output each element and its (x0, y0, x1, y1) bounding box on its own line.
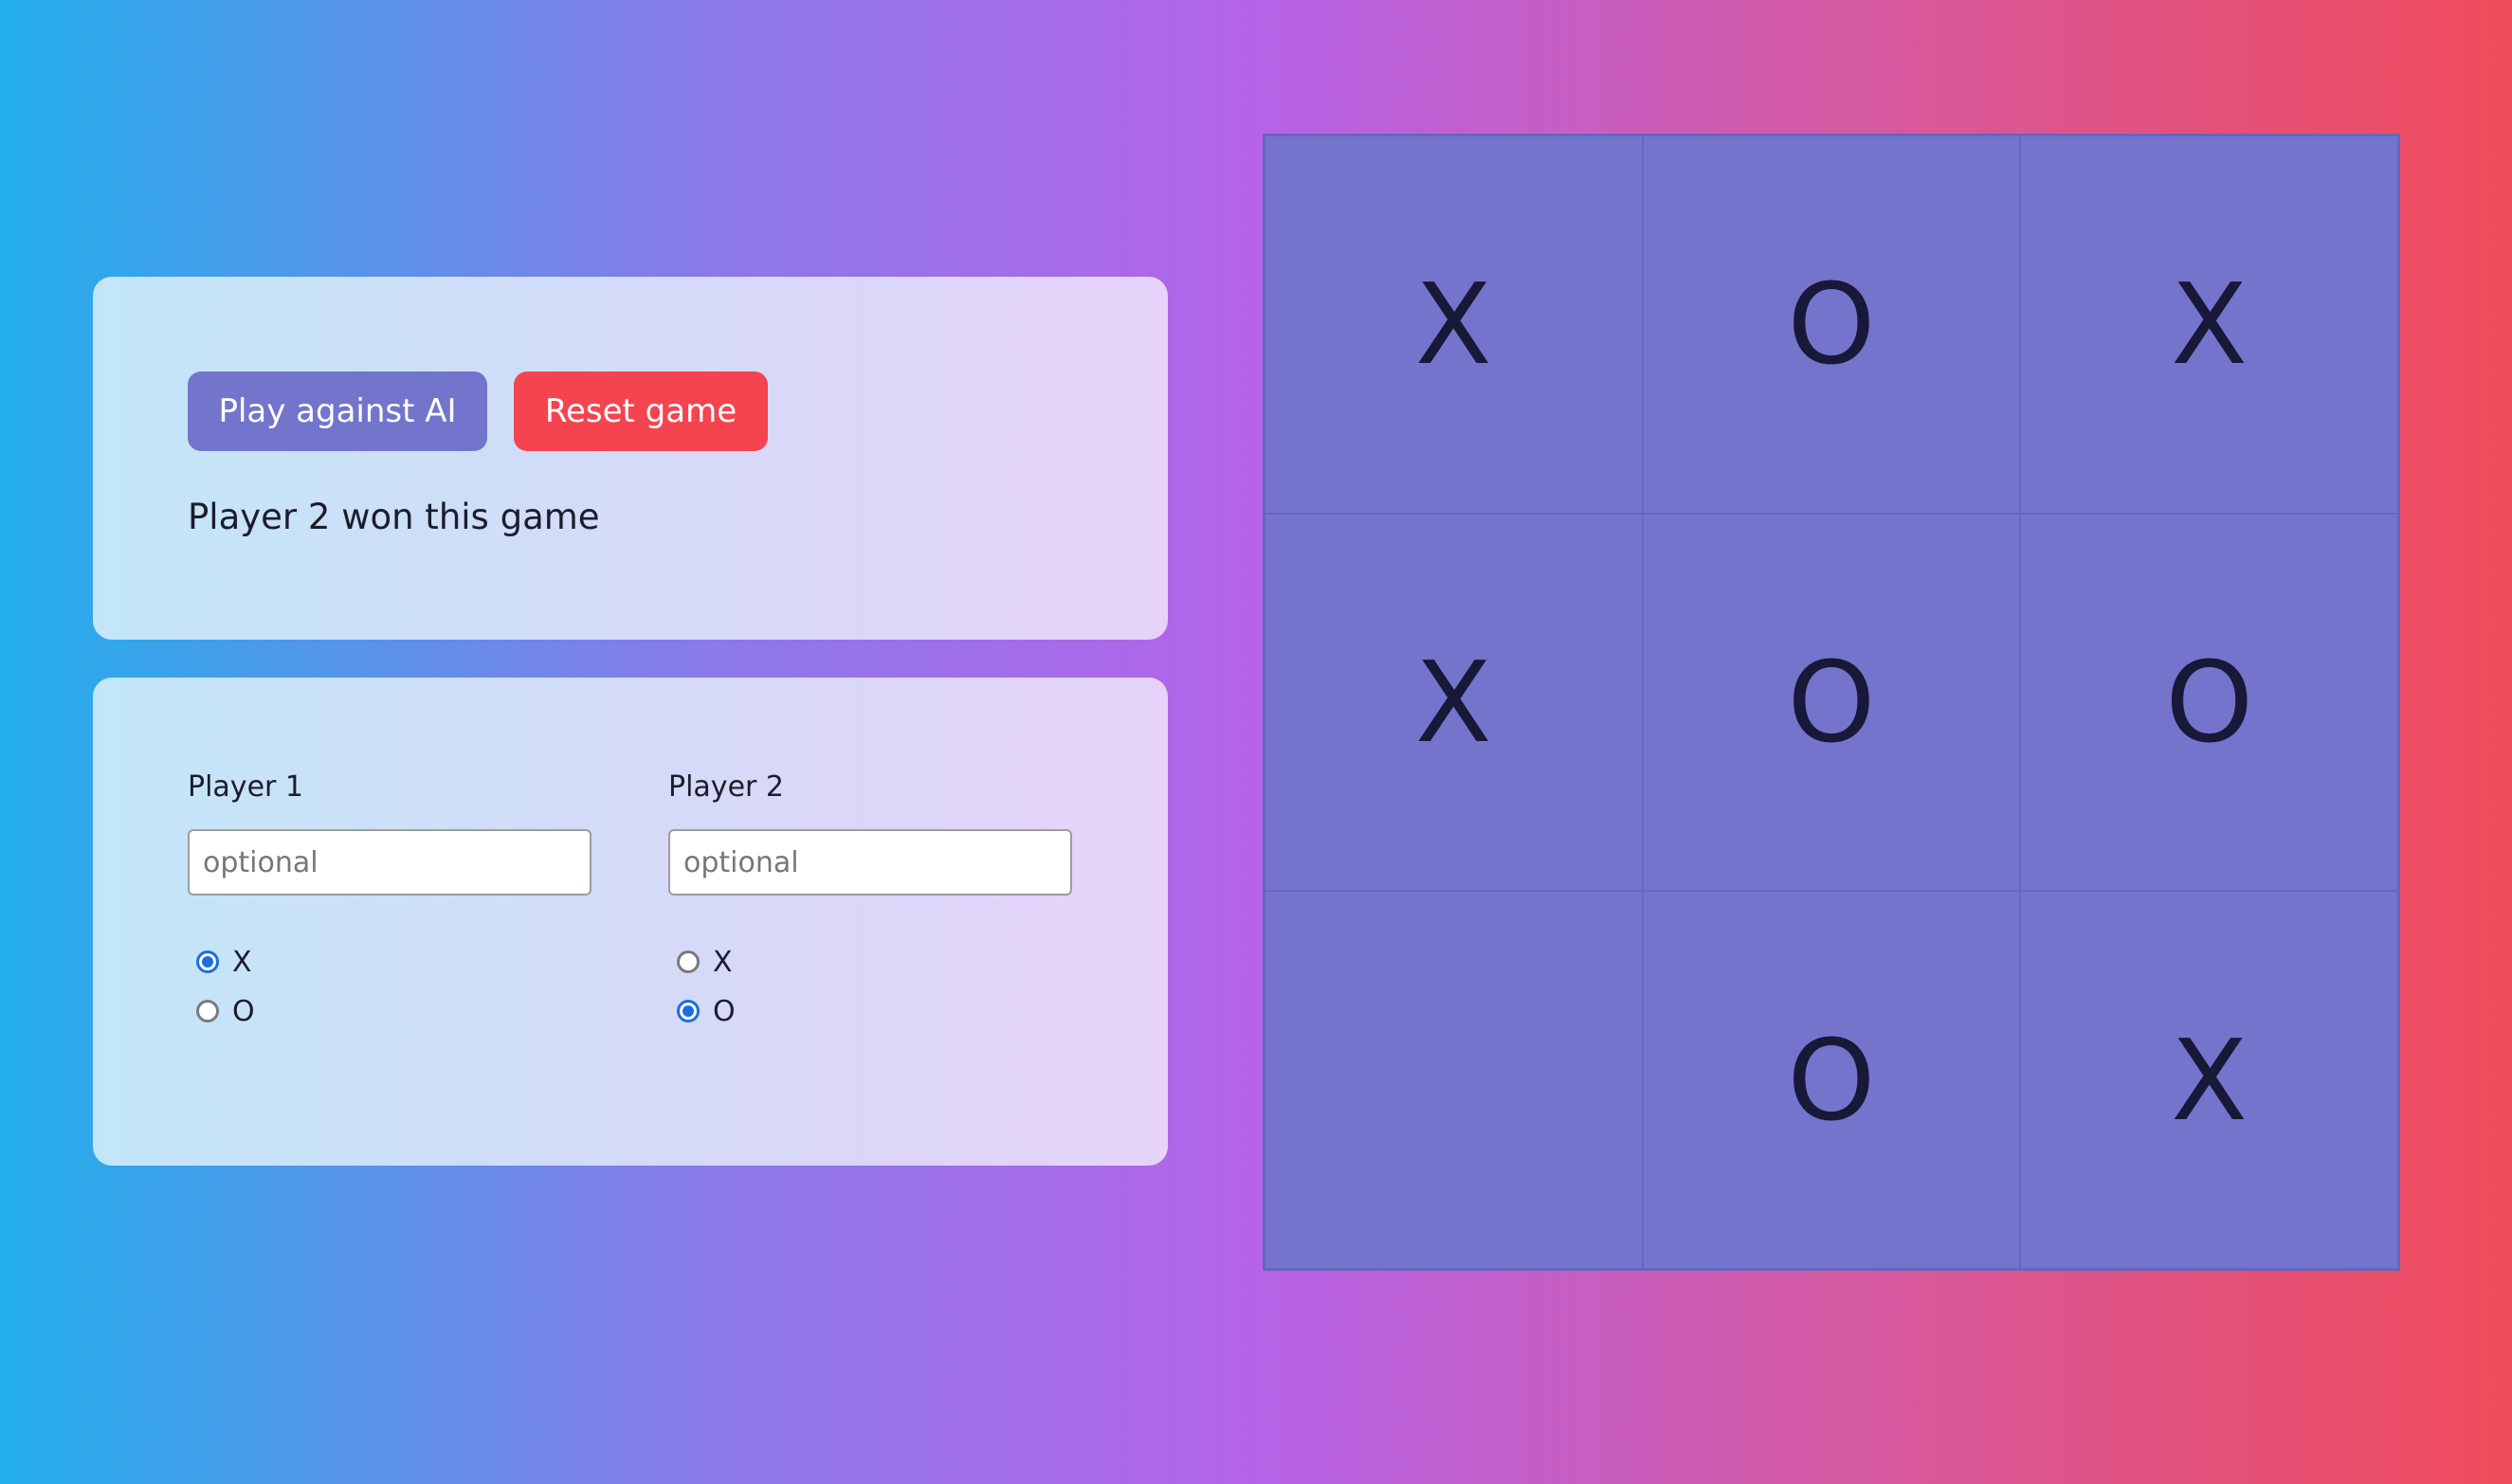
board-cell-6[interactable]: O (2020, 513, 2398, 892)
board-cell-7[interactable] (1265, 891, 1643, 1269)
player-1-label: Player 1 (188, 770, 303, 804)
player-2-option-x[interactable]: X (668, 937, 1076, 986)
game-board: X O X X O O O X (1263, 134, 2400, 1271)
player-2-name-input[interactable] (668, 829, 1072, 896)
player-1-option-x[interactable]: X (188, 937, 595, 986)
board-cell-3[interactable]: X (2020, 136, 2398, 514)
reset-game-button[interactable]: Reset game (514, 371, 768, 451)
play-against-ai-button[interactable]: Play against AI (188, 371, 487, 451)
player-1-option-x-label: X (232, 945, 252, 979)
game-controls-panel: Play against AI Reset game Player 2 won … (93, 277, 1168, 640)
player-2-settings: Player 2 X O (668, 769, 1076, 1036)
player-1-radio-o[interactable] (196, 1000, 219, 1023)
player-1-settings: Player 1 X O (188, 769, 595, 1036)
player-1-name-input[interactable] (188, 829, 592, 896)
player-1-option-o-label: O (232, 994, 255, 1028)
player-2-label: Player 2 (668, 770, 784, 804)
player-settings-panel: Player 1 X O Player 2 X O (93, 678, 1168, 1166)
board-cell-8[interactable]: O (1642, 891, 2021, 1269)
board-cell-5[interactable]: O (1642, 513, 2021, 892)
game-status-message: Player 2 won this game (188, 497, 600, 537)
player-2-radio-o[interactable] (677, 1000, 700, 1023)
board-cell-9[interactable]: X (2020, 891, 2398, 1269)
player-2-symbol-group: X O (668, 937, 1076, 1036)
player-2-radio-x[interactable] (677, 950, 700, 973)
player-1-radio-x[interactable] (196, 950, 219, 973)
player-1-option-o[interactable]: O (188, 986, 595, 1036)
board-cell-4[interactable]: X (1265, 513, 1643, 892)
player-1-symbol-group: X O (188, 937, 595, 1036)
board-cell-2[interactable]: O (1642, 136, 2021, 514)
board-cell-1[interactable]: X (1265, 136, 1643, 514)
player-2-option-o[interactable]: O (668, 986, 1076, 1036)
player-2-option-x-label: X (713, 945, 733, 979)
player-2-option-o-label: O (713, 994, 736, 1028)
